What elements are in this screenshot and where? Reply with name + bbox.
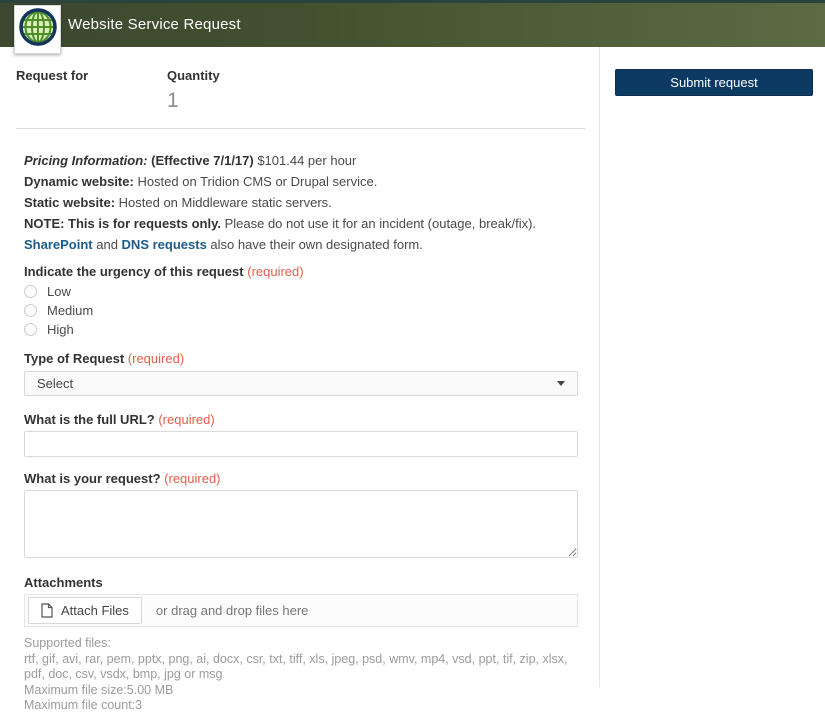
select-value: Select xyxy=(37,376,74,391)
quantity-value: 1 xyxy=(167,89,179,112)
required-marker: (required) xyxy=(158,412,215,427)
attachments-section: Attachments Attach Files or drag and dro… xyxy=(24,575,580,714)
submit-request-button[interactable]: Submit request xyxy=(615,69,813,96)
urgency-option-low[interactable]: Low xyxy=(24,284,577,299)
url-label: What is the full URL? (required) xyxy=(24,412,215,427)
catalog-item-icon-tile xyxy=(14,5,61,54)
supported-files-list: rtf, gif, avi, rar, pem, pptx, png, ai, … xyxy=(24,651,568,682)
file-restrictions: Supported files: rtf, gif, avi, rar, pem… xyxy=(24,636,580,714)
form-panel: Request for Quantity 1 Pricing Informati… xyxy=(0,47,600,712)
dns-requests-link[interactable]: DNS requests xyxy=(122,237,207,252)
note-line: NOTE: This is for requests only. Please … xyxy=(24,216,537,231)
page-header: Website Service Request xyxy=(0,0,825,54)
max-file-size: Maximum file size:5.00 MB xyxy=(24,682,174,697)
page-title: Website Service Request xyxy=(68,16,241,33)
drag-drop-hint: or drag and drop files here xyxy=(155,603,309,618)
type-of-request-label: Type of Request (required) xyxy=(24,351,185,366)
file-dropzone[interactable]: Attach Files or drag and drop files here xyxy=(24,594,578,627)
supported-files-label: Supported files: xyxy=(24,636,111,650)
quantity-label: Quantity xyxy=(167,68,220,83)
attach-files-button[interactable]: Attach Files xyxy=(28,597,142,624)
max-file-count: Maximum file count:3 xyxy=(24,698,143,712)
radio-button-icon[interactable] xyxy=(24,304,37,317)
required-marker: (required) xyxy=(127,351,185,366)
designated-forms-line: SharePoint and DNS requests also have th… xyxy=(24,237,423,252)
request-description-label: What is your request? (required) xyxy=(24,471,221,486)
required-marker: (required) xyxy=(164,471,221,486)
static-website-line: Static website: Hosted on Middleware sta… xyxy=(24,195,332,210)
urgency-field: Indicate the urgency of this request (re… xyxy=(24,264,577,337)
urgency-option-medium[interactable]: Medium xyxy=(24,303,577,318)
globe-icon xyxy=(18,7,58,52)
chevron-down-icon xyxy=(557,381,565,386)
pricing-line: Pricing Information: (Effective 7/1/17) … xyxy=(24,153,357,168)
dynamic-website-line: Dynamic website: Hosted on Tridion CMS o… xyxy=(24,174,378,189)
order-sidebar: Submit request xyxy=(600,47,825,687)
urgency-label: Indicate the urgency of this request (re… xyxy=(24,264,304,279)
sharepoint-link[interactable]: SharePoint xyxy=(24,237,93,252)
required-marker: (required) xyxy=(247,264,304,279)
url-input[interactable] xyxy=(24,431,578,457)
type-of-request-select[interactable]: Select xyxy=(24,371,578,396)
type-of-request-field: Type of Request (required) Select xyxy=(24,351,578,396)
request-description-textarea[interactable] xyxy=(24,490,578,558)
pricing-info-block: Pricing Information: (Effective 7/1/17) … xyxy=(24,153,577,252)
attachments-label: Attachments xyxy=(24,575,103,590)
urgency-option-high[interactable]: High xyxy=(24,322,577,337)
url-field: What is the full URL? (required) xyxy=(24,412,578,457)
radio-button-icon[interactable] xyxy=(24,285,37,298)
request-for-label: Request for xyxy=(16,68,89,83)
file-icon xyxy=(41,603,53,618)
request-description-field: What is your request? (required) xyxy=(24,471,578,558)
meta-row: Request for Quantity 1 xyxy=(0,47,599,113)
radio-button-icon[interactable] xyxy=(24,323,37,336)
